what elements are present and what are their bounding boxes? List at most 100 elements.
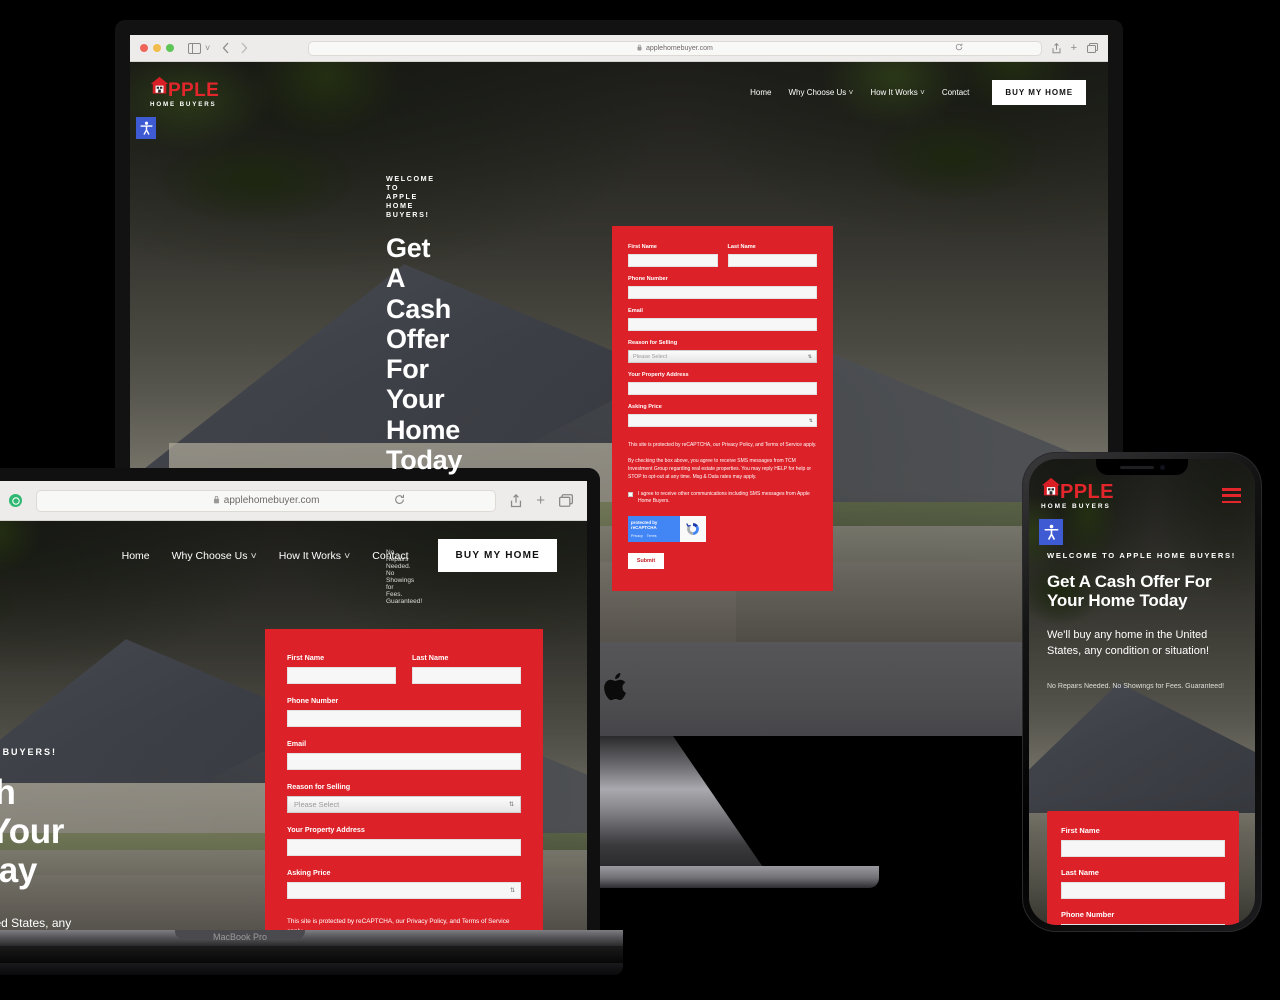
share-icon[interactable] (1052, 42, 1061, 54)
address-bar-macbook[interactable]: applehomebuyer.com (36, 489, 497, 512)
reload-icon[interactable] (955, 43, 963, 53)
consent-checkbox[interactable] (628, 492, 633, 497)
close-window-button[interactable] (140, 44, 148, 52)
macbook-model-label: MacBook Pro (212, 932, 268, 942)
apple-logo-icon (604, 671, 634, 707)
site-logo[interactable]: PPLE HOME BUYERS (1041, 477, 1114, 511)
nav-item-why-choose-us[interactable]: Why Choose Us ˅ (172, 550, 257, 562)
email-label: Email (287, 739, 307, 748)
address-bar[interactable]: applehomebuyer.com (308, 40, 1042, 56)
share-icon[interactable] (510, 493, 522, 508)
recaptcha-terms-link[interactable]: Terms (647, 534, 657, 538)
select-arrow-icon: ⇅ (807, 353, 812, 360)
nav-item-how-it-works[interactable]: How It Works ˅ (870, 88, 924, 97)
minimize-window-button[interactable] (153, 44, 161, 52)
nav-label: How It Works (278, 549, 342, 562)
sidebar-icon[interactable] (188, 42, 201, 54)
phone-number-input[interactable] (1061, 924, 1225, 925)
nav-label: How It Works (870, 87, 918, 97)
last-name-input[interactable] (1061, 882, 1225, 899)
last-name-label: Last Name (412, 653, 449, 662)
hero-heading: Get A Cash Offer For Your Home Today (386, 233, 462, 475)
hero-heading-line: Your Home Today (1047, 590, 1188, 610)
safari-toolbar-macbook: applehomebuyer.com + (0, 481, 587, 521)
reload-icon[interactable] (394, 494, 405, 508)
reason-for-selling-label: Reason for Selling (287, 782, 351, 791)
hero-heading: Get A Cash Offer For Your Home Today (1047, 572, 1239, 610)
nav-item-home[interactable]: Home (750, 88, 771, 97)
recaptcha-badge[interactable]: protected by reCAPTCHA Privacy Terms (628, 515, 706, 542)
email-input[interactable] (628, 318, 817, 331)
site-header-macbook: Home Why Choose Us ˅ How It Works ˅ Contac… (0, 521, 587, 572)
macbook-screen: applehomebuyer.com + Home Why Choose Us … (0, 468, 600, 930)
first-name-input[interactable] (287, 667, 396, 684)
tabs-icon[interactable] (1087, 43, 1098, 53)
address-bar-url: applehomebuyer.com (223, 495, 320, 506)
nav-item-contact[interactable]: Contact (372, 550, 408, 562)
logo-tagline: HOME BUYERS (1041, 503, 1111, 510)
last-name-input[interactable] (412, 667, 521, 684)
submit-button[interactable]: Submit (628, 552, 664, 569)
number-stepper-icon[interactable]: ⇅ (510, 887, 515, 894)
hero-heading: Get A Cash Offer For Your Home Today (0, 773, 64, 891)
hero-guarantee: No Repairs Needed. No Showings for Fees.… (1047, 683, 1225, 691)
window-traffic-lights[interactable] (140, 44, 174, 52)
chevron-down-icon[interactable]: ˅ (205, 43, 210, 53)
phone-number-label: Phone Number (287, 696, 339, 705)
hero-heading-line: Home Today (0, 851, 37, 891)
house-logo-icon (150, 76, 169, 100)
recaptcha-icon (680, 515, 706, 542)
accessibility-icon (1044, 524, 1058, 540)
hero-subtext: We'll buy any home in the United States,… (1047, 628, 1210, 657)
asking-price-input[interactable]: ⇅ (628, 414, 817, 427)
property-address-input[interactable] (628, 382, 817, 395)
reason-for-selling-select[interactable]: Please Select ⇅ (287, 796, 521, 813)
nav-item-contact[interactable]: Contact (942, 88, 970, 97)
plus-icon[interactable]: + (536, 492, 545, 509)
macbook-hinge (0, 930, 623, 946)
email-input[interactable] (287, 753, 521, 770)
lead-form-mobile: First Name Last Name Phone Number (1047, 811, 1239, 925)
plus-icon[interactable]: + (1071, 42, 1077, 54)
property-address-label: Your Property Address (287, 825, 365, 834)
last-name-input[interactable] (727, 254, 817, 267)
nav-label: Contact (372, 549, 409, 562)
phone-number-input[interactable] (287, 710, 521, 727)
nav-label: Contact (941, 87, 970, 97)
iphone-notch (1096, 459, 1188, 475)
number-stepper-icon[interactable]: ⇅ (809, 418, 813, 424)
consent-row[interactable]: I agree to receive other communications … (628, 491, 817, 506)
nav-item-home[interactable]: Home (122, 550, 150, 562)
site-logo[interactable]: PPLE HOME BUYERS (150, 76, 219, 108)
hamburger-menu-icon[interactable] (1222, 488, 1241, 504)
buy-my-home-button[interactable]: BUY MY HOME (438, 539, 557, 572)
hero-heading-line: Get A Cash Offer For (1047, 571, 1212, 591)
forward-icon[interactable] (240, 42, 248, 54)
hero-heading-line: Get A Cash (0, 773, 48, 812)
first-name-input[interactable] (1061, 840, 1225, 857)
chevron-down-icon: ˅ (344, 549, 351, 562)
iphone-screen: PPLE HOME BUYERS WELCOME TO APPLE HOME B… (1029, 459, 1255, 925)
reason-for-selling-select[interactable]: Please Select ⇅ (628, 350, 817, 363)
back-icon[interactable] (222, 42, 230, 54)
nav-item-how-it-works[interactable]: How It Works ˅ (279, 550, 351, 562)
accessibility-widget-button[interactable] (1039, 519, 1063, 545)
recaptcha-privacy-link[interactable]: Privacy (631, 534, 643, 538)
macbook-bottom-edge (0, 963, 623, 975)
reason-for-selling-placeholder: Please Select (294, 800, 340, 809)
maximize-window-button[interactable] (166, 44, 174, 52)
nav-item-why-choose-us[interactable]: Why Choose Us ˅ (788, 88, 853, 97)
property-address-input[interactable] (287, 839, 521, 856)
tabs-icon[interactable] (559, 494, 573, 507)
hero-eyebrow: WELCOME TO APPLE HOME BUYERS! (1047, 550, 1236, 560)
mockup-stage: ˅ applehomebuyer.com + PPLE HOME BUYERS … (0, 0, 1280, 1000)
recaptcha-notice: This site is protected by reCAPTCHA, our… (628, 442, 817, 448)
buy-my-home-button[interactable]: BUY MY HOME (992, 79, 1086, 105)
asking-price-input[interactable]: ⇅ (287, 882, 521, 899)
first-name-input[interactable] (628, 254, 718, 267)
recaptcha-notice: This site is protected by reCAPTCHA, our… (287, 918, 510, 930)
lock-icon (637, 44, 642, 53)
phone-number-input[interactable] (628, 286, 817, 299)
accessibility-widget-button[interactable] (136, 117, 156, 139)
extension-icon[interactable] (9, 494, 22, 507)
